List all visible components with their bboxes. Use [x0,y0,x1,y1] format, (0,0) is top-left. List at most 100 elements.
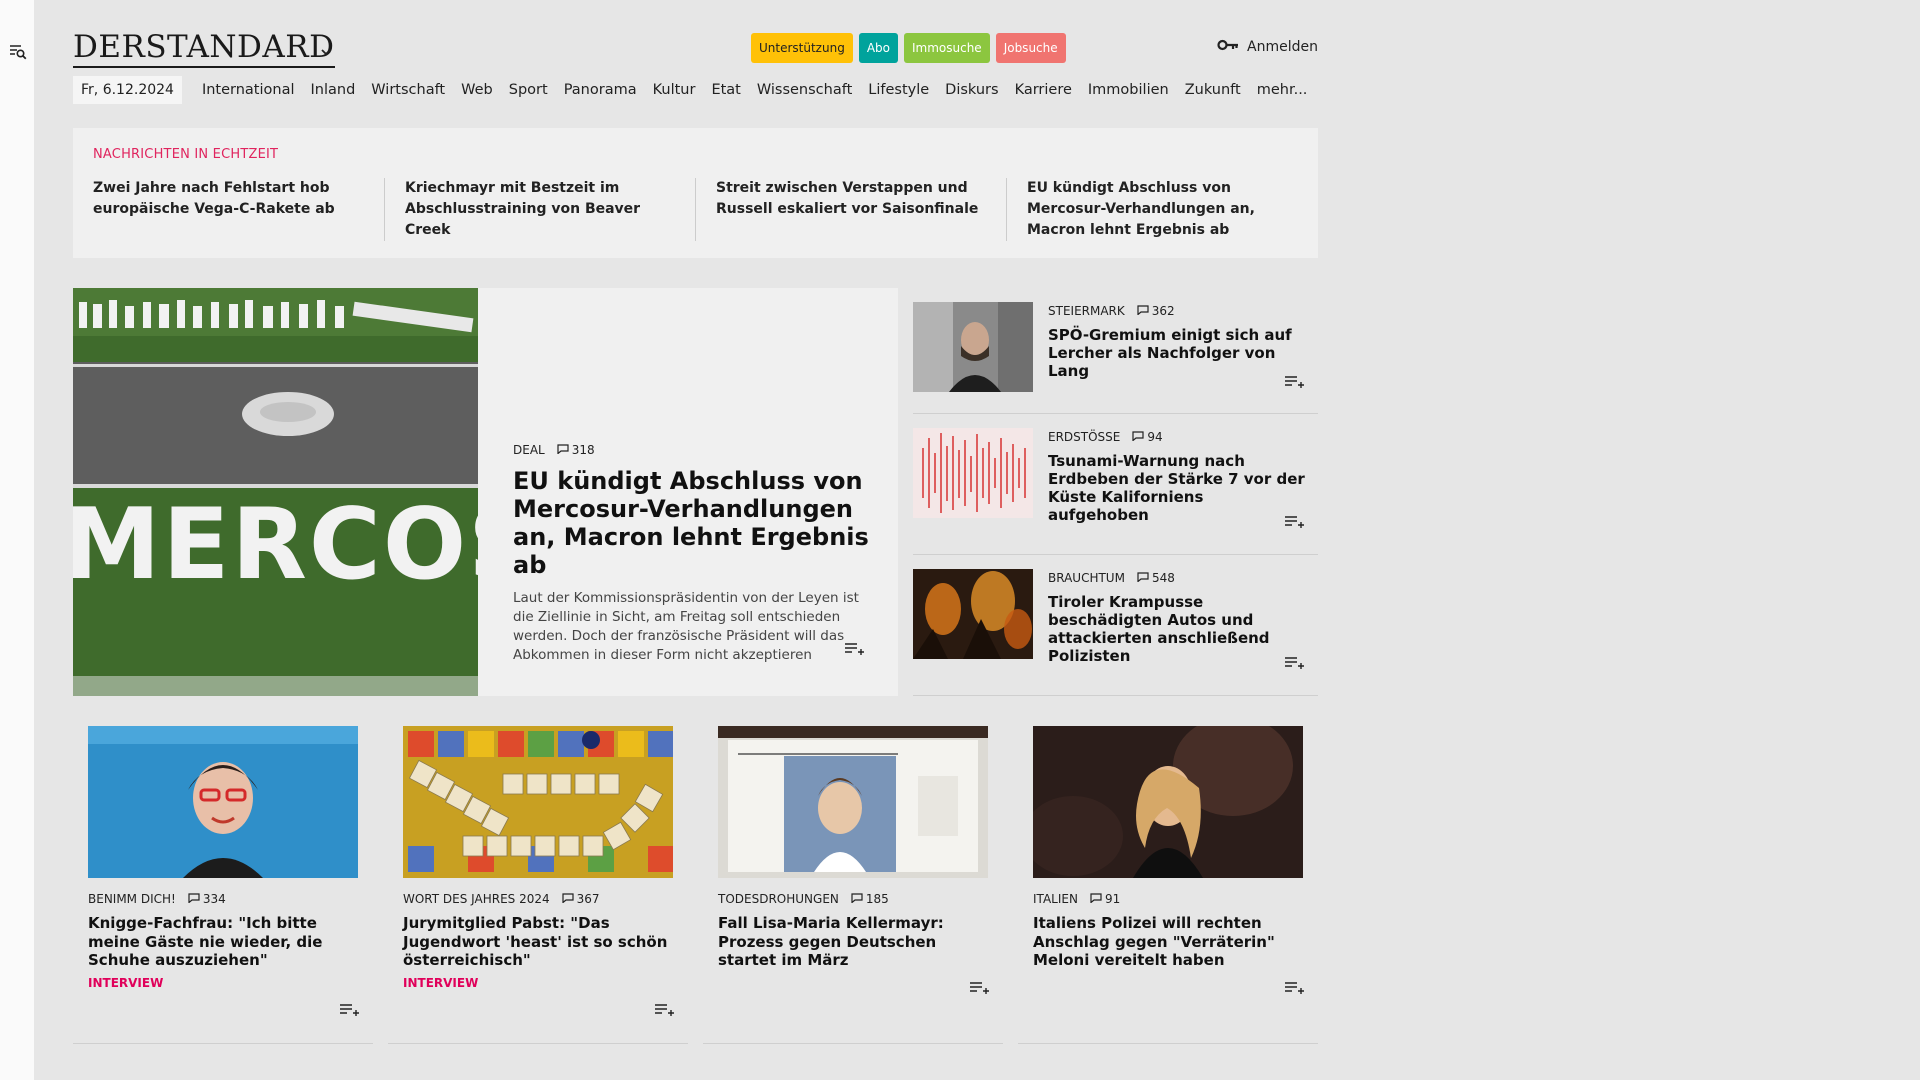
add-to-list-icon[interactable] [339,1002,359,1021]
nav-item-kultur[interactable]: Kultur [653,76,696,104]
nav-item-international[interactable]: International [202,76,295,104]
nav-item-more[interactable]: mehr... [1257,76,1308,104]
lead-article-teaser: Laut der Kommissionspräsidentin von der … [513,590,859,663]
comment-count[interactable]: 185 [851,892,889,906]
comment-count-value: 94 [1147,430,1163,444]
ticker-item[interactable]: Kriechmayr mit Bestzeit im Abschluss­tra… [384,178,695,241]
comment-icon [1137,304,1149,318]
nav-item-karriere[interactable]: Karriere [1015,76,1072,104]
comment-icon [1090,892,1102,906]
nav-item-web[interactable]: Web [461,76,493,104]
menu-search-icon[interactable] [9,44,27,64]
card-kicker[interactable]: BENIMM DICH! [88,892,176,906]
lead-article[interactable]: MERCOSUR DEAL 318 EU kündigt Abschluss v… [73,288,898,696]
nav-item-sport[interactable]: Sport [509,76,548,104]
comment-icon [562,892,574,906]
nav-item-inland[interactable]: Inland [311,76,356,104]
nav-item-zukunft[interactable]: Zukunft [1185,76,1241,104]
live-news-ticker: NACHRICHTEN IN ECHTZEIT Zwei Jahre nach … [73,128,1318,258]
card-kicker[interactable]: TODESDROHUNGEN [718,892,839,906]
article-thumbnail[interactable] [913,569,1033,659]
comment-count-value: 185 [865,892,889,906]
comment-icon [188,892,200,906]
article-card-image[interactable] [718,726,988,878]
card-title[interactable]: Knigge-Fachfrau: "Ich bitte meine Gäste … [88,914,358,970]
side-kicker[interactable]: STEIERMARK [1048,304,1125,318]
side-kicker[interactable]: BRAUCHTUM [1048,571,1125,585]
article-card[interactable]: TODESDROHUNGEN 185 Fall Lisa-Maria Kelle… [703,713,1003,1044]
abo-button[interactable]: Abo [858,33,898,63]
jobsuche-button[interactable]: Jobsuche [995,33,1066,63]
add-to-list-icon[interactable] [844,641,864,660]
comment-count[interactable]: 548 [1137,571,1175,585]
comment-count-value: 91 [1104,892,1121,906]
article-card[interactable]: BENIMM DICH! 334 Knigge-Fachfrau: "Ich b… [73,713,373,1044]
side-article[interactable]: BRAUCHTUM 548 Tiroler Krampusse beschädi… [913,555,1318,696]
nav-item-etat[interactable]: Etat [711,76,740,104]
comment-icon [1137,571,1149,585]
card-title[interactable]: Jurymitglied Pabst: "Das Jugendwort 'hea… [403,914,673,970]
article-thumbnail[interactable] [913,428,1033,518]
support-button[interactable]: Unterstützung [751,33,853,63]
comment-icon [851,892,863,906]
article-card-image[interactable] [88,726,358,878]
service-pills: Unterstützung Abo Immosuche Jobsuche [751,33,1066,63]
chevron-down-icon[interactable] [320,42,332,61]
add-to-list-icon[interactable] [969,980,989,999]
ticker-item[interactable]: Zwei Jahre nach Fehlstart hob euro­päisc… [93,178,384,241]
comment-icon [557,443,569,457]
nav-item-wissenschaft[interactable]: Wissenschaft [757,76,852,104]
add-to-list-icon[interactable] [654,1002,674,1021]
nav-item-lifestyle[interactable]: Lifestyle [868,76,929,104]
comment-count-value: 362 [1151,304,1175,318]
comment-count[interactable]: 367 [562,892,600,906]
nav-item-wirtschaft[interactable]: Wirtschaft [371,76,445,104]
article-card[interactable]: WORT DES JAHRES 2024 367 Jurymitglied Pa… [388,713,688,1044]
comment-count-value: 367 [576,892,600,906]
side-article-title[interactable]: Tsunami-Warnung nach Erdbeben der Stärke… [1048,452,1308,524]
mercosur-lettering: MERCOSUR [73,488,478,602]
interview-tag: INTERVIEW [403,975,479,990]
article-thumbnail[interactable] [913,302,1033,392]
article-card[interactable]: ITALIEN 91 Italiens Polizei will rechten… [1018,713,1318,1044]
login-button[interactable]: Anmelden [1217,39,1318,55]
immosuche-button[interactable]: Immosuche [903,33,990,63]
comment-count-value: 548 [1151,571,1175,585]
comment-count[interactable]: 318 [557,443,595,457]
add-to-list-icon[interactable] [1284,514,1304,533]
side-article-title[interactable]: SPÖ-Gremium einigt sich auf Lercher als … [1048,326,1308,380]
nav-item-diskurs[interactable]: Diskurs [945,76,998,104]
article-card-image[interactable] [1033,726,1303,878]
ticker-item[interactable]: Streit zwischen Verstappen und Rus­sell … [695,178,1006,241]
comment-count[interactable]: 91 [1090,892,1120,906]
ticker-label: NACHRICHTEN IN ECHTZEIT [93,147,279,162]
main-navigation: Fr, 6.12.2024 International Inland Wirts… [73,76,1315,104]
lead-article-image[interactable]: MERCOSUR [73,288,478,696]
add-to-list-icon[interactable] [1284,980,1304,999]
card-kicker[interactable]: ITALIEN [1033,892,1078,906]
comment-count[interactable]: 362 [1137,304,1175,318]
side-rail [0,0,34,1080]
side-article-list: STEIERMARK 362 SPÖ-Gremium einigt sich a… [913,288,1318,696]
login-label: Anmelden [1247,39,1318,55]
nav-item-panorama[interactable]: Panorama [564,76,637,104]
card-title[interactable]: Fall Lisa-Maria Kellermayr: Prozess gege… [718,914,988,970]
comment-count-value: 334 [202,892,226,906]
side-article[interactable]: STEIERMARK 362 SPÖ-Gremium einigt sich a… [913,288,1318,414]
comment-count[interactable]: 334 [188,892,226,906]
side-kicker[interactable]: ERDSTÖSSE [1048,430,1120,444]
add-to-list-icon[interactable] [1284,655,1304,674]
card-kicker[interactable]: WORT DES JAHRES 2024 [403,892,550,906]
add-to-list-icon[interactable] [1284,374,1304,393]
comment-count[interactable]: 94 [1132,430,1163,444]
card-title[interactable]: Italiens Polizei will rechten Anschlag g… [1033,914,1303,970]
ticker-item[interactable]: EU kündigt Abschluss von Mercosur-Verhan… [1006,178,1317,241]
derstandard-logo[interactable]: DERSTANDARD [73,32,335,68]
nav-item-immobilien[interactable]: Immobilien [1088,76,1169,104]
side-article-title[interactable]: Tiroler Krampusse beschädigten Autos und… [1048,593,1308,665]
side-article[interactable]: ERDSTÖSSE 94 Tsunami-Warnung nach Erdbeb… [913,414,1318,555]
lead-kicker[interactable]: DEAL [513,443,545,457]
key-icon [1217,39,1239,55]
article-card-image[interactable] [403,726,673,878]
lead-article-title[interactable]: EU kündigt Abschluss von Mercosur-Verhan… [513,467,873,579]
